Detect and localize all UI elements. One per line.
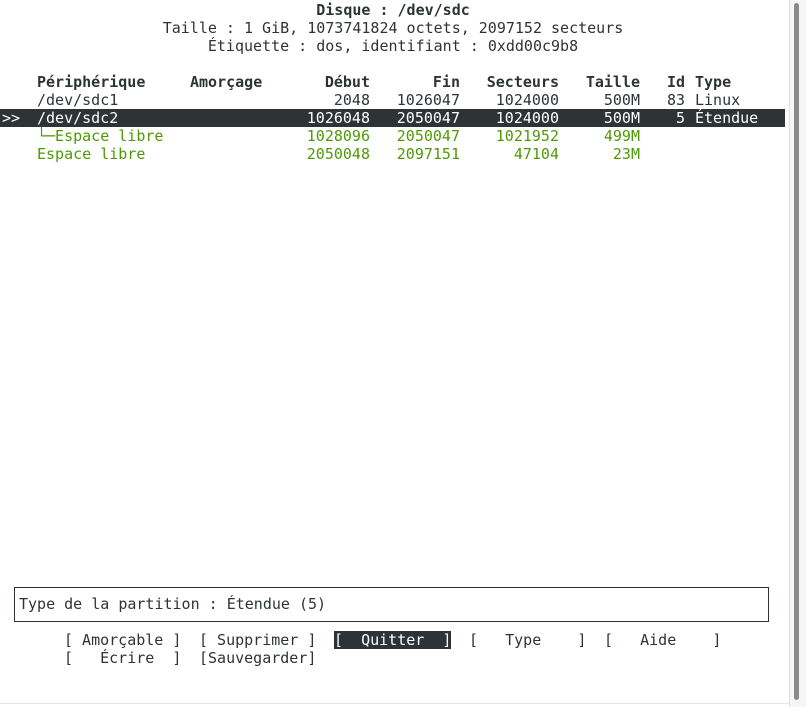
- quit-button[interactable]: [ Quitter ]: [334, 631, 452, 649]
- row-start: 1028096: [306, 127, 370, 145]
- row-start: 2050048: [306, 145, 370, 163]
- row-size: 499M: [603, 127, 640, 145]
- table-row-selected[interactable]: >> /dev/sdc2 1026048 2050047 1024000 500…: [0, 109, 785, 127]
- disk-size-info: Taille : 1 GiB, 1073741824 octets, 20971…: [162, 19, 624, 37]
- help-button[interactable]: [ Aide ]: [604, 631, 721, 649]
- window-bottom-edge: [0, 703, 789, 704]
- row-size: 23M: [612, 145, 640, 163]
- row-device: └─Espace libre: [37, 127, 164, 145]
- bootable-button[interactable]: [ Amorçable ]: [64, 631, 181, 649]
- row-device: /dev/sdc2: [37, 109, 119, 127]
- partition-info-box: Type de la partition : Étendue (5): [14, 587, 769, 622]
- col-header-end: Fin: [432, 73, 460, 91]
- col-header-size: Taille: [585, 73, 640, 91]
- row-id: 83: [666, 91, 685, 109]
- disk-title: Disque : /dev/sdc: [316, 1, 470, 19]
- delete-button[interactable]: [ Supprimer ]: [199, 631, 316, 649]
- row-type: Linux: [695, 91, 741, 109]
- row-start: 2048: [333, 91, 370, 109]
- row-sectors: 1024000: [495, 91, 559, 109]
- dump-button[interactable]: [Sauvegarder]: [199, 649, 316, 667]
- row-id: 5: [675, 109, 685, 127]
- row-end: 1026047: [396, 91, 460, 109]
- row-end: 2050047: [396, 109, 460, 127]
- col-header-id: Id: [666, 73, 685, 91]
- row-size: 500M: [603, 91, 640, 109]
- row-device: Espace libre: [37, 145, 146, 163]
- row-type: Étendue: [695, 109, 759, 127]
- row-size: 500M: [603, 109, 640, 127]
- table-row[interactable]: /dev/sdc1 2048 1026047 1024000 500M 83 L…: [0, 91, 785, 109]
- selection-marker: >>: [2, 109, 21, 127]
- disk-label-info: Étiquette : dos, identifiant : 0xdd00c9b…: [207, 37, 579, 55]
- table-row-free-space[interactable]: └─Espace libre 1028096 2050047 1021952 4…: [0, 127, 785, 145]
- col-header-boot: Amorçage: [190, 73, 263, 91]
- row-device: /dev/sdc1: [37, 91, 119, 109]
- row-sectors: 1024000: [495, 109, 559, 127]
- vertical-scrollbar[interactable]: [789, 0, 806, 707]
- write-button[interactable]: [ Écrire ]: [64, 649, 181, 667]
- col-header-start: Début: [324, 73, 370, 91]
- partition-type-info: Type de la partition : Étendue (5): [19, 595, 327, 613]
- col-header-sectors: Secteurs: [486, 73, 559, 91]
- type-button[interactable]: [ Type ]: [469, 631, 586, 649]
- col-header-device: Périphérique: [37, 73, 146, 91]
- table-row-free-space[interactable]: Espace libre 2050048 2097151 47104 23M: [0, 145, 785, 163]
- scrollbar-thumb[interactable]: [794, 3, 799, 700]
- row-sectors: 47104: [513, 145, 559, 163]
- row-end: 2097151: [396, 145, 460, 163]
- row-sectors: 1021952: [495, 127, 559, 145]
- table-header: Périphérique Amorçage Début Fin Secteurs…: [0, 73, 785, 91]
- row-end: 2050047: [396, 127, 460, 145]
- row-start: 1026048: [306, 109, 370, 127]
- col-header-type: Type: [695, 73, 732, 91]
